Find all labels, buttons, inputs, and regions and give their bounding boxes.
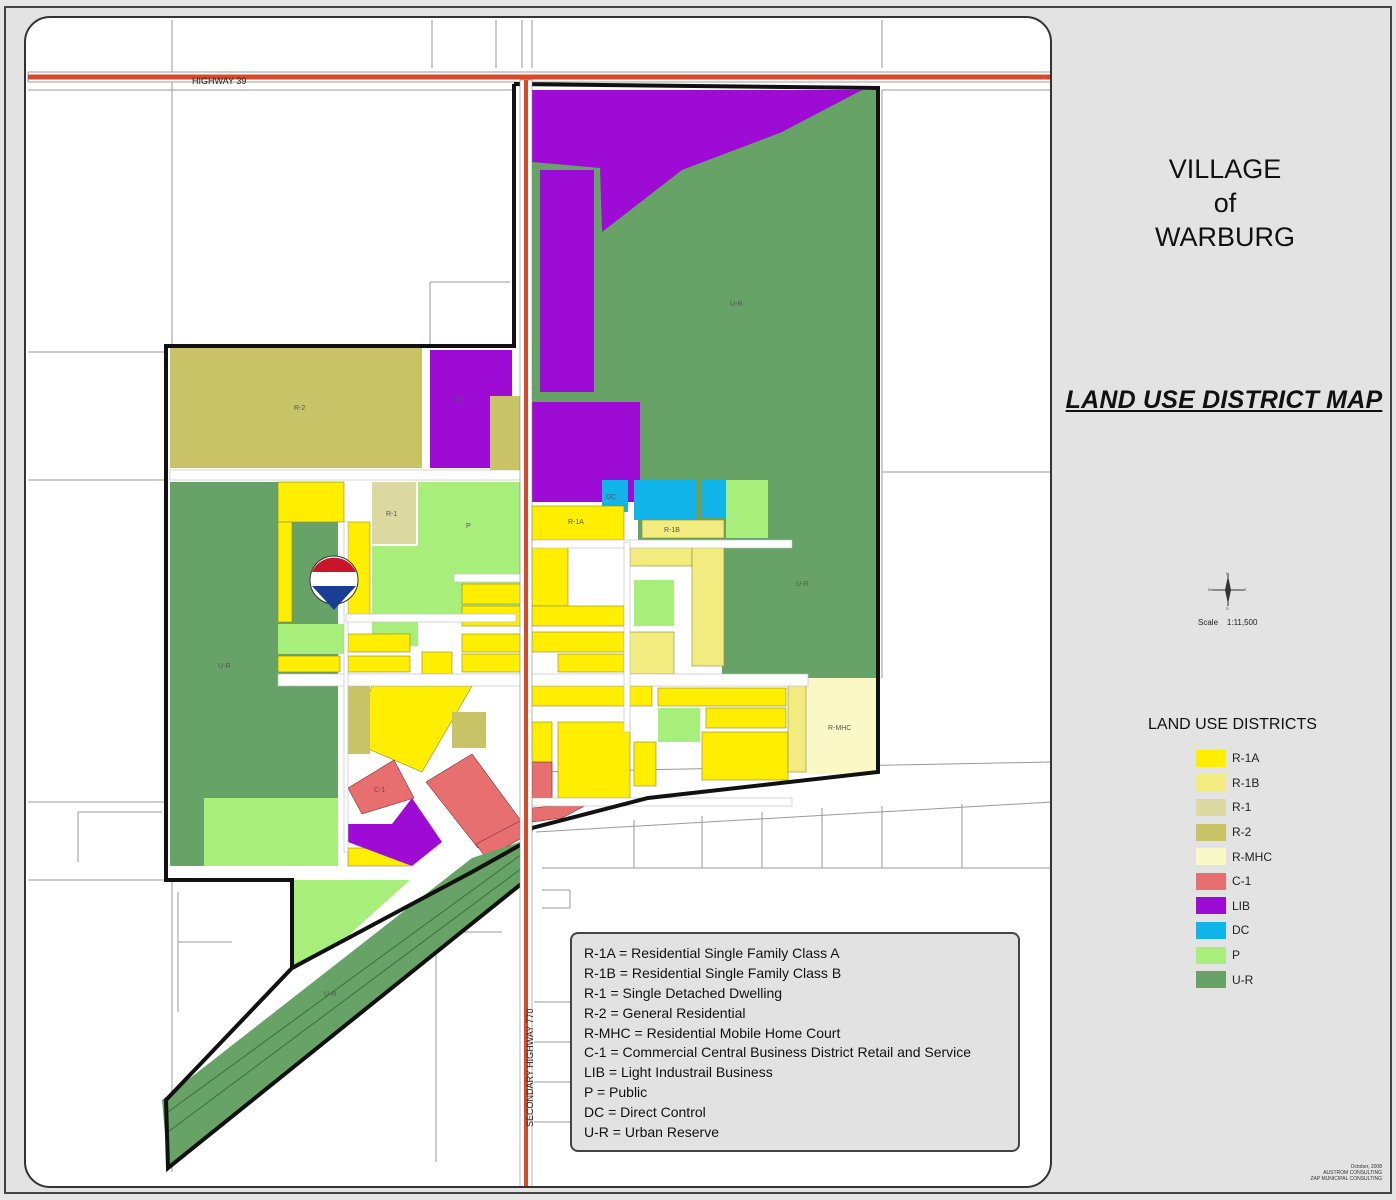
legend-label: R-1B: [1232, 775, 1260, 790]
secondary-highway-label: SECONDARY HIGHWAY 770: [525, 1008, 535, 1127]
definition-line: U-R = Urban Reserve: [584, 1124, 719, 1141]
legend-item: R-1A: [1196, 746, 1272, 771]
zone-r2-small[interactable]: [490, 396, 520, 470]
label-ur-east: U-R: [730, 301, 742, 308]
zone-dc-2[interactable]: [634, 480, 696, 520]
zone-dc-3[interactable]: [702, 480, 726, 518]
legend-swatch: [1196, 921, 1226, 939]
legend-item: R-1B: [1196, 771, 1272, 796]
definition-line: LIB = Light Industrail Business: [584, 1064, 773, 1081]
definition-line: DC = Direct Control: [584, 1104, 706, 1121]
legend-item: P: [1196, 943, 1272, 968]
legend-swatch: [1196, 749, 1226, 767]
zone-lib-strip[interactable]: [540, 170, 594, 392]
label-lib: LIB: [452, 397, 463, 404]
legend-label: LIB: [1232, 898, 1251, 913]
village-title: VILLAGE of WARBURG: [1110, 152, 1340, 254]
legend-swatch: [1196, 872, 1226, 890]
legend-title: LAND USE DISTRICTS: [1148, 716, 1317, 733]
legend-item: C-1: [1196, 869, 1272, 894]
zone-r2-south[interactable]: [348, 686, 370, 754]
label-dc: DC: [606, 494, 616, 501]
credits-line-3: ZAP MUNICIPAL CONSULTING: [1310, 1176, 1383, 1182]
zone-p-4[interactable]: [726, 480, 768, 538]
svg-text:W: W: [1208, 587, 1212, 592]
legend-swatch: [1196, 971, 1226, 989]
legend-swatch: [1196, 774, 1226, 792]
legend-swatch: [1196, 946, 1226, 964]
definition-line: R-1A = Residential Single Family Class A: [584, 945, 840, 961]
svg-text:S: S: [1226, 606, 1229, 610]
legend-label: U-R: [1232, 972, 1254, 987]
legend-item: U-R: [1196, 967, 1272, 992]
zone-r2-south-2[interactable]: [452, 712, 486, 748]
legend-item: R-2: [1196, 820, 1272, 845]
legend-swatch: [1196, 848, 1226, 866]
label-ur-west: U-R: [218, 663, 230, 670]
legend-label: C-1: [1232, 874, 1252, 889]
label-ur-mid: U-R: [796, 581, 808, 588]
legend-label: DC: [1232, 923, 1250, 938]
map-heading: LAND USE DISTRICT MAP: [1065, 386, 1383, 414]
map-credits: October, 2008 AUSTROM CONSULTING ZAP MUN…: [1311, 1164, 1383, 1182]
svg-text:N: N: [1226, 571, 1229, 576]
north-arrow-icon: N S E W: [1208, 571, 1247, 610]
label-r1: R-1: [386, 511, 397, 518]
title-line-2: of: [1213, 188, 1237, 218]
legend-list: R-1A R-1B R-1 R-2 R-MHC C-1 LIB DC P U-R: [1196, 746, 1272, 992]
title-line-1: VILLAGE: [1168, 154, 1282, 184]
legend-swatch: [1196, 798, 1226, 816]
title-line-3: WARBURG: [1155, 222, 1295, 252]
zone-p-2[interactable]: [372, 546, 418, 646]
legend-label: R-1A: [1232, 751, 1260, 766]
legend-swatch: [1196, 823, 1226, 841]
label-c1: C-1: [374, 787, 385, 794]
zone-p-5[interactable]: [634, 580, 674, 626]
scale-label: Scale: [1198, 618, 1219, 627]
legend-item: LIB: [1196, 894, 1272, 919]
svg-text:E: E: [1244, 587, 1247, 592]
legend-item: R-1: [1196, 795, 1272, 820]
label-p: P: [466, 523, 471, 530]
legend-item: R-MHC: [1196, 844, 1272, 869]
label-rmhc: R-MHC: [828, 725, 851, 732]
legend-label: P: [1232, 948, 1241, 963]
definition-line: R-1B = Residential Single Family Class B: [584, 964, 842, 981]
label-r2: R-2: [294, 405, 305, 412]
definition-line: R-MHC = Residential Mobile Home Court: [584, 1024, 841, 1041]
zone-p-8[interactable]: [658, 708, 700, 742]
label-ur-rail: U-R: [324, 991, 336, 998]
label-r1b: R-1B: [664, 527, 680, 534]
definition-line: P = Public: [584, 1084, 648, 1101]
definition-line: C-1 = Commercial Central Business Distri…: [584, 1044, 972, 1061]
highway-39-label: HIGHWAY 39: [192, 76, 246, 86]
legend-item: DC: [1196, 918, 1272, 943]
legend-label: R-2: [1232, 825, 1252, 840]
definitions-box: R-1A = Residential Single Family Class A…: [570, 932, 1020, 1152]
label-r1a: R-1A: [568, 519, 584, 526]
legend-label: R-MHC: [1232, 849, 1272, 864]
scale-value: 1:11,500: [1226, 618, 1258, 627]
zone-p-6[interactable]: [204, 798, 338, 866]
legend-label: R-1: [1232, 800, 1252, 815]
definition-line: R-1 = Single Detached Dwelling: [584, 984, 783, 1001]
zone-p-3[interactable]: [278, 624, 344, 654]
definition-line: R-2 = General Residential: [584, 1004, 746, 1021]
legend-swatch: [1196, 897, 1226, 915]
scale-indicator: Scale 1:11,500: [1198, 618, 1257, 627]
